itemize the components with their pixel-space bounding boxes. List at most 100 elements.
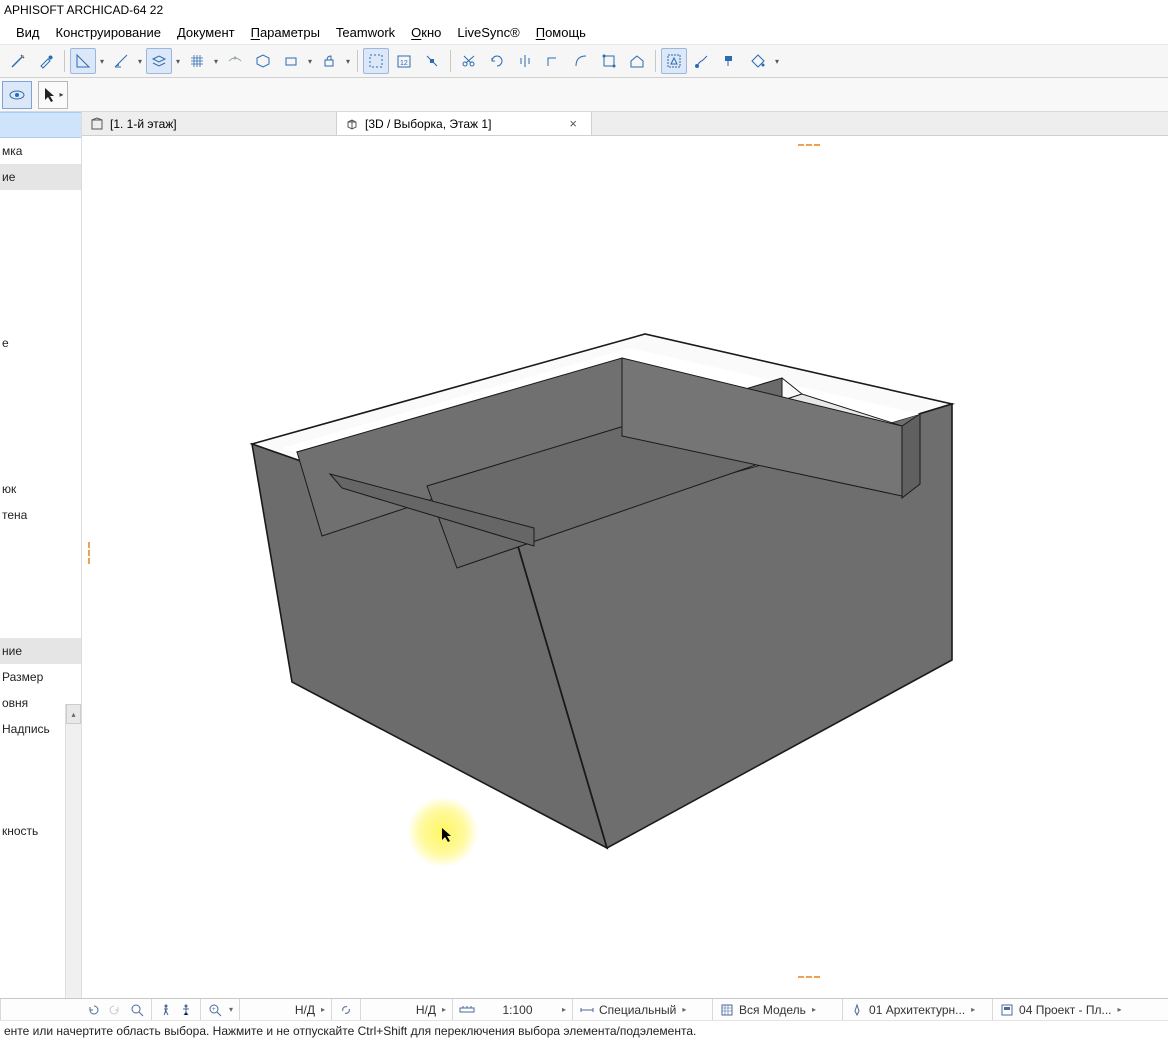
3d-model-render bbox=[82, 136, 1168, 1000]
redo-nav-icon[interactable] bbox=[107, 1002, 123, 1018]
dim-style-icon bbox=[579, 1002, 595, 1018]
title-bar: APHISOFT ARCHICAD-64 22 bbox=[0, 0, 1168, 20]
layer-section[interactable]: 01 Архитектурн...▸ bbox=[843, 999, 993, 1020]
dropdown-caret-icon[interactable]: ▾ bbox=[211, 57, 221, 66]
arc-icon[interactable] bbox=[568, 48, 594, 74]
morph-rect-icon[interactable] bbox=[596, 48, 622, 74]
dropdown-caret-icon[interactable]: ▾ bbox=[97, 57, 107, 66]
walk-icon[interactable] bbox=[158, 1002, 174, 1018]
dropdown-caret-icon[interactable]: ▾ bbox=[343, 57, 353, 66]
menu-teamwork[interactable]: Teamwork bbox=[328, 23, 403, 42]
date-12-icon[interactable]: 12 bbox=[391, 48, 417, 74]
tab-label: [1. 1-й этаж] bbox=[110, 117, 177, 131]
layout-icon bbox=[999, 1002, 1015, 1018]
scale-section[interactable]: 1:100▸ bbox=[453, 999, 573, 1020]
scale-value: 1:100 bbox=[479, 1003, 556, 1017]
secondary-toolbar: ▸ bbox=[0, 78, 1168, 112]
brush-icon[interactable] bbox=[689, 48, 715, 74]
menu-конструирование[interactable]: Конструирование bbox=[48, 23, 169, 42]
nav-history[interactable] bbox=[0, 999, 152, 1020]
toolbox-item[interactable]: мка bbox=[0, 138, 81, 164]
arrow-mode-button[interactable]: ▸ bbox=[38, 81, 68, 109]
model-filter-section[interactable]: Вся Модель▸ bbox=[713, 999, 843, 1020]
bucket-icon[interactable] bbox=[745, 48, 771, 74]
orbit-icon[interactable] bbox=[178, 1002, 194, 1018]
eyedropper-icon[interactable] bbox=[33, 48, 59, 74]
fit-icon[interactable]: + bbox=[207, 1002, 223, 1018]
marquee-tool-icon[interactable] bbox=[363, 48, 389, 74]
corner-icon[interactable] bbox=[540, 48, 566, 74]
zoom-icon[interactable] bbox=[129, 1002, 145, 1018]
coord-2-value: Н/Д bbox=[416, 1003, 436, 1017]
link-icon bbox=[338, 1002, 354, 1018]
menu-livesync®[interactable]: LiveSync® bbox=[449, 23, 527, 42]
lock-icon[interactable] bbox=[316, 48, 342, 74]
home-icon[interactable] bbox=[624, 48, 650, 74]
toolbox-section-header: ние bbox=[0, 638, 81, 664]
pen-icon bbox=[849, 1002, 865, 1018]
toolbox-panel: ▴ мкаиееюктенаниеРазмеровняНадписькность bbox=[0, 112, 82, 1000]
layout-section[interactable]: 04 Проект - Пл...▸ bbox=[993, 999, 1143, 1020]
app-title: APHISOFT ARCHICAD-64 22 bbox=[4, 3, 163, 17]
layer-stack-icon[interactable] bbox=[146, 48, 172, 74]
hint-bar: енте или начертите область выбора. Нажми… bbox=[0, 1020, 1168, 1040]
magic-wand-icon[interactable] bbox=[5, 48, 31, 74]
hint-text: енте или начертите область выбора. Нажми… bbox=[4, 1024, 696, 1038]
toolbox-item[interactable] bbox=[0, 112, 81, 138]
repaint-icon[interactable] bbox=[717, 48, 743, 74]
3d-viewport[interactable] bbox=[82, 136, 1168, 1000]
toolbox-item[interactable]: е bbox=[0, 330, 81, 356]
toolbox-item[interactable]: юк bbox=[0, 476, 81, 502]
scroll-up-button[interactable]: ▴ bbox=[66, 704, 81, 724]
dim-style-value: Специальный bbox=[599, 1003, 676, 1017]
dropdown-caret-icon[interactable]: ▾ bbox=[173, 57, 183, 66]
svg-text:12: 12 bbox=[400, 60, 408, 67]
menu-вид[interactable]: Вид bbox=[8, 23, 48, 42]
close-tab-icon[interactable]: × bbox=[567, 116, 579, 131]
triangle-tool-icon[interactable] bbox=[70, 48, 96, 74]
tab-floor-plan[interactable]: [1. 1-й этаж] bbox=[82, 112, 337, 135]
document-tabs: [1. 1-й этаж] [3D / Выборка, Этаж 1]× bbox=[82, 112, 1168, 136]
dropdown-caret-icon[interactable]: ▾ bbox=[305, 57, 315, 66]
dim-style-section[interactable]: Специальный▸ bbox=[573, 999, 713, 1020]
toolbox-item[interactable]: Размер bbox=[0, 664, 81, 690]
coord-2[interactable]: Н/Д▸ bbox=[361, 999, 453, 1020]
menu-помощь[interactable]: Помощь bbox=[528, 23, 594, 42]
zoom-fit[interactable]: + ▾ bbox=[201, 999, 240, 1020]
floorplan-icon bbox=[90, 117, 104, 131]
tab-3d-view[interactable]: [3D / Выборка, Этаж 1]× bbox=[337, 112, 592, 135]
mirror-icon[interactable] bbox=[512, 48, 538, 74]
toolbox-section-header: ие bbox=[0, 164, 81, 190]
scale-icon bbox=[459, 1002, 475, 1018]
link-section[interactable] bbox=[332, 999, 361, 1020]
filter-icon bbox=[719, 1002, 735, 1018]
menu-документ[interactable]: Документ bbox=[169, 23, 243, 42]
slab-icon[interactable] bbox=[278, 48, 304, 74]
snap-icon[interactable] bbox=[222, 48, 248, 74]
align-snap-icon[interactable] bbox=[419, 48, 445, 74]
wall-icon[interactable] bbox=[250, 48, 276, 74]
toolbox-item[interactable]: тена bbox=[0, 502, 81, 528]
menu-окно[interactable]: Окно bbox=[403, 23, 449, 42]
main-toolbar: ▾ ▾ ▾ ▾ ▾ ▾ 12 ▾ bbox=[0, 44, 1168, 78]
walk-mode[interactable] bbox=[152, 999, 201, 1020]
layer-value: 01 Архитектурн... bbox=[869, 1003, 965, 1017]
status-bar: + ▾ Н/Д▸ Н/Д▸ 1:100▸ Специальный▸ Вся Мо… bbox=[0, 998, 1168, 1020]
ruler-angle-icon[interactable] bbox=[108, 48, 134, 74]
dropdown-caret-icon[interactable]: ▾ bbox=[772, 57, 782, 66]
rotate-icon[interactable] bbox=[484, 48, 510, 74]
scrollbar-track[interactable]: ▴ bbox=[65, 704, 81, 1000]
dropdown-caret-icon[interactable]: ▾ bbox=[135, 57, 145, 66]
grid-icon[interactable] bbox=[184, 48, 210, 74]
coord-1-value: Н/Д bbox=[295, 1003, 315, 1017]
menu-параметры[interactable]: Параметры bbox=[243, 23, 328, 42]
coord-1[interactable]: Н/Д▸ bbox=[240, 999, 332, 1020]
svg-text:+: + bbox=[212, 1007, 216, 1013]
undo-nav-icon[interactable] bbox=[85, 1002, 101, 1018]
model-value: Вся Модель bbox=[739, 1003, 806, 1017]
menu-bar: ВидКонструированиеДокументПараметрыTeamw… bbox=[0, 20, 1168, 44]
select-3d-icon[interactable] bbox=[661, 48, 687, 74]
eye-mode-button[interactable] bbox=[2, 81, 32, 109]
layout-value: 04 Проект - Пл... bbox=[1019, 1003, 1112, 1017]
scissors-icon[interactable] bbox=[456, 48, 482, 74]
